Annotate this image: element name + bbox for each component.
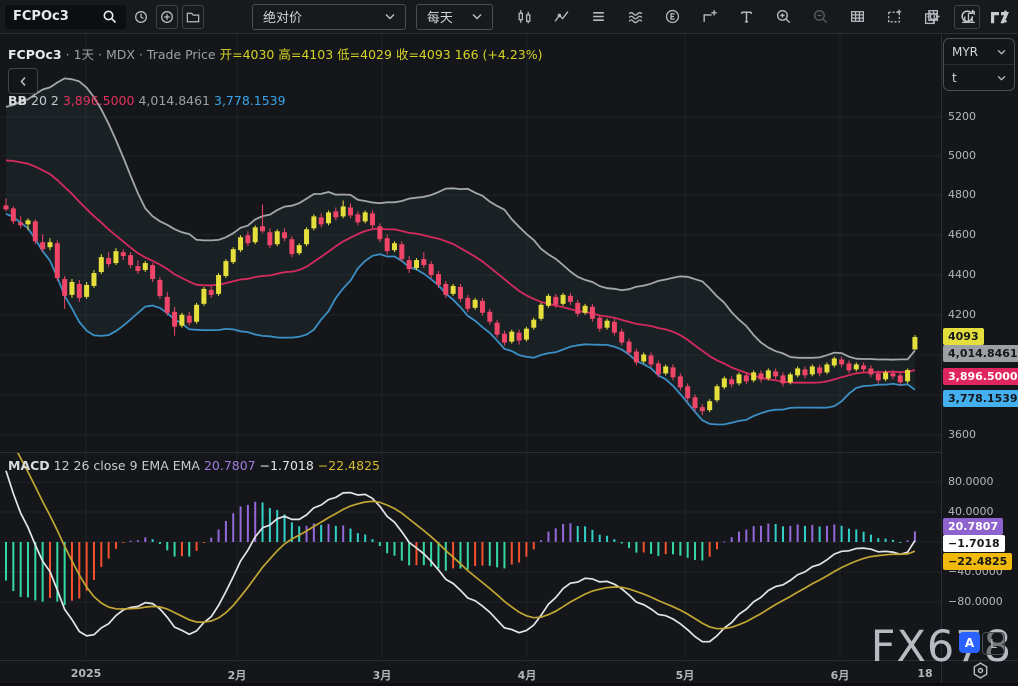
time-axis-label: 5月 — [676, 667, 695, 683]
symbol-series: Trade Price — [147, 47, 216, 62]
symbol-interval: 1天 — [74, 47, 94, 62]
hexagon-settings-icon — [971, 661, 990, 680]
unit-select[interactable]: t — [944, 64, 1014, 90]
currency-select[interactable]: MYR — [944, 39, 1014, 64]
symbol-name: FCPOc3 — [8, 47, 62, 62]
circled-e-icon — [664, 8, 681, 25]
folder-icon — [185, 9, 201, 25]
price-mode-value: 绝对价 — [263, 7, 302, 26]
candles-icon — [516, 8, 533, 25]
chevron-down-icon — [997, 49, 1006, 55]
alert-add-button[interactable] — [696, 5, 722, 29]
tradingview-logo[interactable] — [988, 5, 1014, 29]
undo-button[interactable] — [954, 5, 980, 29]
collapse-legend-button[interactable] — [8, 68, 38, 94]
time-axis-label: 2月 — [228, 667, 247, 683]
tradingview-chart-app: FCPOc3 绝对价 每天 — [0, 0, 1018, 686]
indicators-icon — [553, 8, 570, 25]
ohlc-open: 开=4030 — [220, 47, 275, 62]
toolbar-right-cluster — [916, 0, 1014, 33]
macd-signal-value: −22.4825 — [318, 458, 380, 473]
bb-upper-value: 4,014.8461 — [138, 93, 210, 108]
grid-table-icon — [849, 8, 866, 25]
clock-icon — [133, 9, 149, 25]
gear-icon — [925, 8, 942, 25]
auto-scale-button[interactable]: A — [959, 632, 980, 653]
zoom-out-icon — [812, 8, 829, 25]
time-axis-label: 2025 — [71, 667, 102, 680]
chevron-down-icon — [385, 13, 395, 20]
templates-folder-button[interactable] — [182, 5, 204, 29]
screenshot-icon — [886, 8, 903, 25]
chevron-down-icon — [997, 75, 1006, 81]
interval-select[interactable]: 每天 — [416, 4, 493, 30]
grid-table-button[interactable] — [844, 5, 870, 29]
macd-name: MACD — [8, 458, 50, 473]
macd-line-value: −1.7018 — [260, 458, 314, 473]
axis-settings-button[interactable] — [971, 661, 990, 680]
bollinger-legend-row[interactable]: BB 20 2 3,896.5000 4,014.8461 3,778.1539 — [8, 93, 286, 108]
macd-hist-value: 20.7807 — [204, 458, 256, 473]
time-axis-label: 6月 — [831, 667, 850, 683]
screenshot-button[interactable] — [881, 5, 907, 29]
zoom-out-button[interactable] — [807, 5, 833, 29]
ohlc-close: 收=4093 — [396, 47, 451, 62]
text-tool-button[interactable] — [733, 5, 759, 29]
history-clock-button[interactable] — [130, 5, 152, 29]
currency-value: MYR — [952, 45, 978, 59]
compare-add-button[interactable] — [156, 5, 178, 29]
layers-icon — [590, 8, 607, 25]
ohlc-high: 高=4103 — [278, 47, 333, 62]
undo-icon — [959, 8, 976, 25]
economy-button[interactable] — [659, 5, 685, 29]
symbol-search-value: FCPOc3 — [13, 9, 69, 24]
price-mode-select[interactable]: 绝对价 — [252, 4, 406, 30]
macd-params: 12 26 close 9 EMA EMA — [54, 458, 200, 473]
log-scale-button[interactable]: L — [982, 632, 1005, 655]
interval-value: 每天 — [427, 7, 453, 26]
bb-params: 20 2 — [31, 93, 59, 108]
bb-lower-value: 3,778.1539 — [214, 93, 286, 108]
top-toolbar: FCPOc3 绝对价 每天 — [0, 0, 1018, 34]
symbol-exchange: MDX — [106, 47, 135, 62]
chevron-left-icon — [19, 76, 27, 87]
plus-circle-icon — [159, 9, 175, 25]
indicators-button[interactable] — [548, 5, 574, 29]
currency-unit-panel: MYR t — [943, 38, 1015, 91]
search-icon — [102, 9, 118, 25]
ohlc-low: 低=4029 — [337, 47, 392, 62]
ohlc-change: 166 (+4.23%) — [455, 47, 543, 62]
settings-button[interactable] — [920, 5, 946, 29]
waves-icon — [627, 8, 644, 25]
bb-name: BB — [8, 93, 27, 108]
symbol-info-row[interactable]: FCPOc3 · 1天 · MDX · Trade Price 开=4030 高… — [8, 44, 543, 63]
chevron-down-icon — [472, 13, 482, 20]
tradingview-logo-icon — [989, 8, 1013, 25]
unit-value: t — [952, 71, 957, 85]
chart-style-button[interactable] — [511, 5, 537, 29]
patterns-button[interactable] — [622, 5, 648, 29]
bb-basis-value: 3,896.5000 — [63, 93, 135, 108]
layout-layers-button[interactable] — [585, 5, 611, 29]
zoom-in-button[interactable] — [770, 5, 796, 29]
time-axis-label: 4月 — [518, 667, 537, 683]
time-axis-label: 3月 — [373, 667, 392, 683]
text-icon — [738, 8, 755, 25]
alert-add-icon — [701, 8, 718, 25]
macd-legend-row[interactable]: MACD 12 26 close 9 EMA EMA 20.7807 −1.70… — [8, 458, 380, 473]
zoom-in-icon — [775, 8, 792, 25]
symbol-search[interactable]: FCPOc3 — [5, 5, 126, 29]
